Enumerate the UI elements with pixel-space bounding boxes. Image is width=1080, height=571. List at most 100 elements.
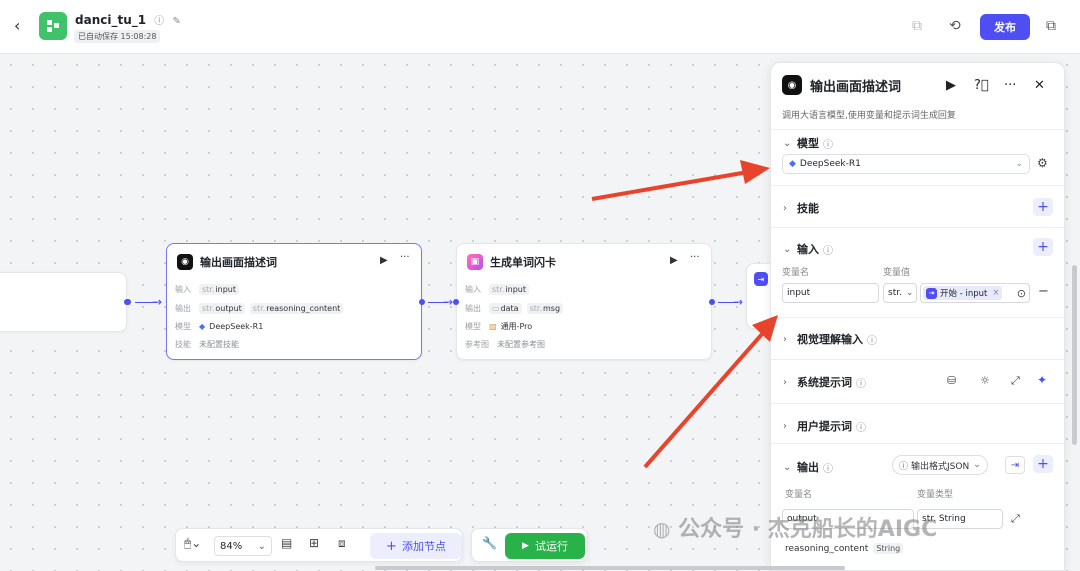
end-node-icon: ⇥ [754, 272, 768, 286]
input-var-type-select[interactable]: str. ⌄ [883, 283, 917, 303]
test-run-button[interactable]: ▶ 试运行 [505, 533, 585, 559]
more-icon[interactable]: ··· [1004, 78, 1016, 93]
llm-output-port[interactable] [419, 299, 425, 305]
settings-gear-icon[interactable]: ⚙ [1037, 156, 1048, 170]
info-icon[interactable]: ⓘ [823, 242, 833, 257]
window-icon[interactable]: ⧉ [1046, 18, 1056, 34]
top-bar: ‹ danci_tu_1 ⓘ ✎ 已自动保存 15:08:28 ⧉ ⟲ 发布 ⧉ [0, 0, 1080, 54]
add-output-button[interactable]: + [1033, 455, 1053, 473]
expand-icon[interactable]: ⤢ [1011, 374, 1020, 388]
input-var-name-field[interactable]: input [782, 283, 879, 303]
layout-icon[interactable]: ⊞ [309, 536, 319, 550]
variable-picker-icon[interactable]: ⊙ [1017, 287, 1026, 300]
mouse-mode-icon[interactable]: 🖱⌄ [184, 536, 201, 551]
play-icon[interactable]: ▶ [380, 255, 388, 266]
app-name: danci_tu_1 [75, 13, 147, 27]
info-icon[interactable]: ⓘ [856, 419, 866, 434]
panel-scrollbar[interactable] [1072, 265, 1077, 445]
add-skill-button[interactable]: + [1033, 198, 1053, 216]
copy-icon[interactable]: ⧉ [912, 18, 922, 34]
canvas-horizontal-scrollbar[interactable] [375, 566, 845, 570]
minimap-icon[interactable]: ⧈ [338, 536, 346, 551]
node-title: 生成单词闪卡 [490, 256, 556, 269]
info-icon[interactable]: ⓘ [154, 16, 164, 27]
node-input-row: 输入 str.input [175, 284, 244, 295]
chevron-down-icon: ⌄ [257, 540, 266, 552]
info-icon[interactable]: ⓘ [856, 375, 866, 390]
wrench-icon[interactable]: 🔧 [482, 536, 497, 550]
remove-tag-icon[interactable]: × [992, 288, 999, 298]
deepseek-whale-icon: ◆ [199, 322, 206, 331]
edge-arrow-icon: → [443, 295, 454, 309]
start-node[interactable] [0, 272, 127, 332]
history-icon[interactable]: ⟲ [949, 18, 961, 34]
ai-sparkle-icon[interactable]: ✦ [1037, 373, 1047, 387]
watermark: ◍ 公众号 · 杰克船长的AIGC [653, 517, 938, 542]
system-prompt-section: › 系统提示词 ⓘ ⛁ ☼ ⤢ ✦ [771, 359, 1064, 403]
model-select[interactable]: ◆ DeepSeek-R1 ⌄ [782, 154, 1030, 174]
node-config-panel: ◉ 输出画面描述词 ▶ ?⃝ ··· ✕ 调用大语言模型,使用变量和提示词生成回… [770, 62, 1065, 571]
app-logo-icon [39, 12, 67, 40]
vision-input-section: › 视觉理解输入 ⓘ [771, 317, 1064, 359]
chevron-right-icon[interactable]: › [783, 421, 797, 432]
lightbulb-icon[interactable]: ☼ [980, 374, 990, 387]
node-output-row: 输出 ▭data str.msg [465, 303, 568, 314]
deepseek-logo-icon: ◉ [177, 254, 193, 270]
help-icon[interactable]: ?⃝ [974, 78, 989, 93]
autosave-status: 已自动保存 15:08:28 [74, 30, 161, 43]
edit-icon[interactable]: ✎ [172, 16, 180, 27]
output-chip: str.reasoning_content [249, 303, 344, 314]
output-format-select[interactable]: ⓘ 输出格式JSON ⌄ [892, 455, 988, 475]
play-icon[interactable]: ▶ [946, 78, 956, 93]
expand-icon[interactable]: ⤢ [1011, 512, 1020, 526]
chevron-down-icon[interactable]: ⌄ [783, 138, 797, 149]
deepseek-logo-icon: ◉ [782, 75, 802, 95]
input-section: ⌄ 输入 ⓘ + 变量名 变量值 input str. ⌄ ⇥ 开始 - inpu… [771, 227, 1064, 317]
chevron-down-icon[interactable]: ⌄ [783, 244, 797, 255]
back-arrow-icon[interactable]: ‹ [14, 16, 20, 35]
close-icon[interactable]: ✕ [1034, 78, 1045, 93]
llm-node[interactable]: ◉ 输出画面描述词 ▶ ··· 输入 str.input 输出 str.outp… [166, 243, 422, 360]
node-skill-row: 技能 未配置技能 [175, 340, 239, 349]
image-input-port[interactable] [453, 299, 459, 305]
chevron-down-icon[interactable]: ⌄ [783, 462, 797, 473]
import-icon[interactable]: ⇥ [1005, 456, 1025, 474]
image-gen-node[interactable]: ▣ 生成单词闪卡 ▶ ··· 输入 str.input 输出 ▭data str… [456, 243, 712, 360]
edge-arrow-icon: → [733, 295, 744, 309]
input-chip: str.input [489, 284, 529, 295]
edge-arrow-icon: → [152, 295, 163, 309]
more-icon[interactable]: ··· [690, 252, 700, 263]
input-var-ref-field[interactable]: ⇥ 开始 - input × ⊙ [920, 283, 1030, 303]
comment-icon[interactable]: ▤ [281, 536, 292, 550]
chevron-right-icon[interactable]: › [783, 203, 797, 214]
add-node-button[interactable]: + 添加节点 [370, 533, 462, 559]
model-avatar-icon: ▨ [489, 322, 497, 331]
node-output-row: 输出 str.output str.reasoning_content [175, 303, 348, 314]
play-icon: ▶ [522, 541, 529, 551]
wechat-icon: ◍ [653, 517, 671, 541]
output-chip: ▭data [489, 303, 522, 314]
prompt-library-icon[interactable]: ⛁ [947, 374, 956, 387]
output-chip: str.msg [526, 303, 564, 314]
zoom-select[interactable]: 84% ⌄ [214, 536, 272, 556]
start-node-icon: ⇥ [926, 287, 937, 299]
node-title: 输出画面描述词 [200, 256, 277, 269]
info-icon[interactable]: ⓘ [823, 460, 833, 475]
deepseek-whale-icon: ◆ [789, 159, 796, 169]
user-prompt-section: › 用户提示词 ⓘ [771, 403, 1064, 443]
publish-button[interactable]: 发布 [980, 14, 1030, 40]
play-icon[interactable]: ▶ [670, 255, 678, 266]
remove-input-icon[interactable]: − [1038, 284, 1049, 299]
chevron-right-icon[interactable]: › [783, 334, 797, 345]
more-icon[interactable]: ··· [400, 252, 410, 263]
info-icon[interactable]: ⓘ [867, 332, 877, 347]
node-ref-row: 参考图 未配置参考图 [465, 340, 545, 349]
add-input-button[interactable]: + [1033, 238, 1053, 256]
chevron-right-icon[interactable]: › [783, 377, 797, 388]
image-output-port[interactable] [709, 299, 715, 305]
panel-title: 输出画面描述词 [810, 79, 902, 95]
image-type-icon: ▭ [492, 304, 500, 313]
info-icon[interactable]: ⓘ [823, 136, 833, 151]
panel-description: 调用大语言模型,使用变量和提示词生成回复 [782, 111, 956, 121]
llm-input-port[interactable] [125, 299, 131, 305]
